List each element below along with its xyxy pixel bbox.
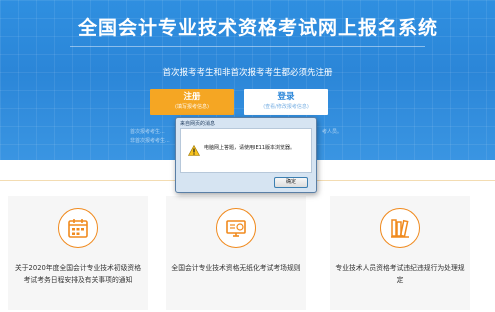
registration-hint-line-2: 非首次报考考生... [130, 138, 170, 144]
page-title: 全国会计专业技术资格考试网上报名系统 [78, 17, 439, 39]
calendar-icon [58, 208, 98, 248]
registration-hint-line-1: 首次报考考生... [130, 129, 165, 135]
registration-hint: 首次报考考生... 非首次报考考生... [130, 128, 170, 146]
notice-card-exam-rules[interactable]: 全国会计专业技术资格无纸化考试考场规则 [166, 196, 306, 310]
monitor-icon [216, 208, 256, 248]
register-button-sublabel: (填写报考信息) [175, 104, 209, 110]
notice-card-violation-rules[interactable]: 专业技术人员资格考试违纪违规行为处理规定 [330, 196, 470, 310]
login-button[interactable]: 登录 (查看/修改报考信息) [244, 89, 328, 115]
register-button[interactable]: 注册 (填写报考信息) [150, 89, 234, 115]
warning-icon [187, 141, 201, 160]
register-button-label: 注册 [183, 92, 201, 102]
dialog-title: 来自网页的消息 [180, 121, 216, 127]
notice-card-label: 关于2020年度全国会计专业技术初级资格考试考务日程安排及有关事项的通知 [14, 264, 142, 284]
dialog-message: 电脑网上答题，请使用IE11版本浏览器。 [204, 145, 295, 151]
ok-button[interactable]: 确定 [274, 177, 308, 188]
registration-hint-right: 考人员。 [322, 129, 343, 135]
notice-card-label: 专业技术人员资格考试违纪违规行为处理规定 [335, 264, 465, 284]
login-button-sublabel: (查看/修改报考信息) [263, 104, 309, 110]
notice-card-label: 全国会计专业技术资格无纸化考试考场规则 [171, 264, 301, 272]
title-divider [70, 46, 425, 47]
browser-alert-dialog: 来自网页的消息 电脑网上答题，请使用IE11版本浏览器。 确定 [175, 117, 317, 193]
dialog-body: 电脑网上答题，请使用IE11版本浏览器。 [180, 128, 312, 173]
login-button-label: 登录 [277, 92, 295, 102]
notice-card-exam-schedule[interactable]: 关于2020年度全国会计专业技术初级资格考试考务日程安排及有关事项的通知 [8, 196, 148, 310]
page-subtitle: 首次报考考生和非首次报考考生都必须先注册 [162, 68, 333, 78]
books-icon [380, 208, 420, 248]
